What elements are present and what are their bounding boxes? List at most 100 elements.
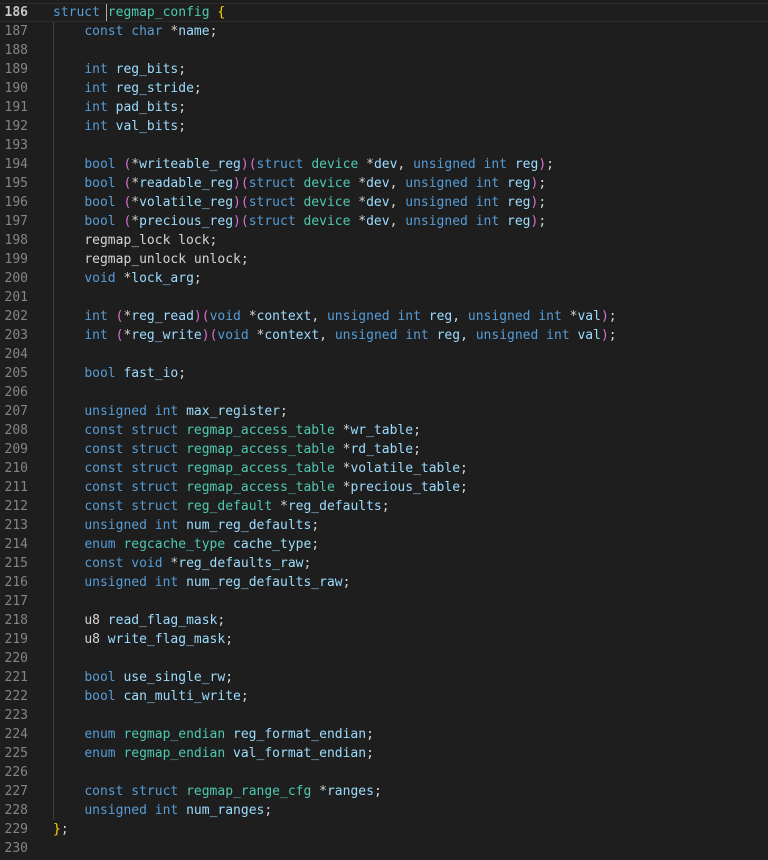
code-line[interactable]: 210 const struct regmap_access_table *vo… xyxy=(0,459,768,478)
code-token: * xyxy=(334,423,351,438)
line-number: 190 xyxy=(4,81,28,96)
code-line[interactable]: 205 bool fast_io; xyxy=(0,364,768,383)
code-token: int xyxy=(475,176,500,191)
code-line[interactable]: 198 regmap_lock lock; xyxy=(0,231,768,250)
code-line[interactable]: 191 int pad_bits; xyxy=(0,98,768,117)
code-token: reg xyxy=(436,328,461,343)
line-number: 223 xyxy=(4,708,28,723)
code-line[interactable]: 207 unsigned int max_register; xyxy=(0,402,768,421)
code-token: reg_defaults xyxy=(287,499,382,514)
code-line[interactable]: 224 enum regmap_endian reg_format_endian… xyxy=(0,725,768,744)
line-code: bool (*precious_reg)(struct device *dev,… xyxy=(53,212,546,231)
code-token: const xyxy=(84,461,124,476)
code-line[interactable]: 192 int val_bits; xyxy=(0,117,768,136)
code-line[interactable]: 212 const struct reg_default *reg_defaul… xyxy=(0,497,768,516)
code-line[interactable]: 204 xyxy=(0,345,768,364)
code-line[interactable]: 188 xyxy=(0,41,768,60)
code-line[interactable]: 199 regmap_unlock unlock; xyxy=(0,250,768,269)
code-line[interactable]: 196 bool (*volatile_reg)(struct device *… xyxy=(0,193,768,212)
code-token: , xyxy=(389,176,406,191)
code-token: ; xyxy=(366,746,374,761)
code-token: const xyxy=(84,24,124,39)
code-token: * xyxy=(334,461,351,476)
code-line[interactable]: 190 int reg_stride; xyxy=(0,79,768,98)
line-number: 209 xyxy=(4,442,28,457)
code-token: val xyxy=(577,309,601,324)
code-token: int xyxy=(154,404,179,419)
code-line[interactable]: 202 int (*reg_read)(void *context, unsig… xyxy=(0,307,768,326)
code-line[interactable]: 215 const void *reg_defaults_raw; xyxy=(0,554,768,573)
code-token: regmap_access_table xyxy=(186,480,335,495)
code-line[interactable]: 214 enum regcache_type cache_type; xyxy=(0,535,768,554)
code-token: , xyxy=(311,309,327,324)
code-token: unsigned xyxy=(84,575,147,590)
code-line[interactable]: 194 bool (*writeable_reg)(struct device … xyxy=(0,155,768,174)
line-number: 229 xyxy=(4,822,28,837)
line-number: 187 xyxy=(4,24,28,39)
line-code: int (*reg_read)(void *context, unsigned … xyxy=(53,307,616,326)
code-token: ; xyxy=(225,632,234,647)
code-token: regmap_config xyxy=(107,5,210,20)
code-line[interactable]: 208 const struct regmap_access_table *wr… xyxy=(0,421,768,440)
code-token: ( xyxy=(240,195,249,210)
code-token: ; xyxy=(538,176,547,191)
code-line[interactable]: 201 xyxy=(0,288,768,307)
code-line[interactable]: 195 bool (*readable_reg)(struct device *… xyxy=(0,174,768,193)
code-line[interactable]: 200 void *lock_arg; xyxy=(0,269,768,288)
code-token: unsigned xyxy=(413,157,476,172)
code-line[interactable]: 218 u8 read_flag_mask; xyxy=(0,611,768,630)
code-token: const xyxy=(84,480,124,495)
code-line[interactable]: 206 xyxy=(0,383,768,402)
code-token: bool xyxy=(84,195,116,210)
code-line[interactable]: 203 int (*reg_write)(void *context, unsi… xyxy=(0,326,768,345)
line-number: 205 xyxy=(4,366,28,381)
code-token: void xyxy=(84,271,116,286)
code-line[interactable]: 226 xyxy=(0,763,768,782)
code-line[interactable]: 227 const struct regmap_range_cfg *range… xyxy=(0,782,768,801)
code-line[interactable]: 221 bool use_single_rw; xyxy=(0,668,768,687)
code-line[interactable]: 219 u8 write_flag_mask; xyxy=(0,630,768,649)
code-token: reg_read xyxy=(131,309,194,324)
code-line[interactable]: 229}; xyxy=(0,820,768,839)
code-line[interactable]: 186 struct regmap_config { xyxy=(0,3,768,22)
code-line[interactable]: 217 xyxy=(0,592,768,611)
code-line[interactable]: 189 int reg_bits; xyxy=(0,60,768,79)
code-line[interactable]: 193 xyxy=(0,136,768,155)
code-line[interactable]: 230 xyxy=(0,839,768,858)
code-line[interactable]: 211 const struct regmap_access_table *pr… xyxy=(0,478,768,497)
code-token: regmap_access_table xyxy=(186,423,335,438)
line-number: 207 xyxy=(4,404,28,419)
code-token: int xyxy=(154,575,179,590)
code-token: , xyxy=(397,157,414,172)
code-token: unsigned xyxy=(405,214,468,229)
code-line[interactable]: 225 enum regmap_endian val_format_endian… xyxy=(0,744,768,763)
code-token: * xyxy=(131,195,140,210)
code-line[interactable]: 222 bool can_multi_write; xyxy=(0,687,768,706)
code-line[interactable]: 213 unsigned int num_reg_defaults; xyxy=(0,516,768,535)
code-token: ; xyxy=(413,423,421,438)
code-line[interactable]: 209 const struct regmap_access_table *rd… xyxy=(0,440,768,459)
code-token: const xyxy=(84,784,124,799)
code-line[interactable]: 216 unsigned int num_reg_defaults_raw; xyxy=(0,573,768,592)
code-editor[interactable]: 186 struct regmap_config {187 const char … xyxy=(0,0,768,860)
code-line[interactable]: 220 xyxy=(0,649,768,668)
code-line[interactable]: 223 xyxy=(0,706,768,725)
code-line[interactable]: 197 bool (*precious_reg)(struct device *… xyxy=(0,212,768,231)
code-line[interactable]: 187 const char *name; xyxy=(0,22,768,41)
code-token: context xyxy=(256,309,312,324)
line-number: 186 xyxy=(4,5,28,20)
code-token: bool xyxy=(84,670,116,685)
code-line[interactable]: 228 unsigned int num_ranges; xyxy=(0,801,768,820)
code-token: ; xyxy=(217,613,226,628)
